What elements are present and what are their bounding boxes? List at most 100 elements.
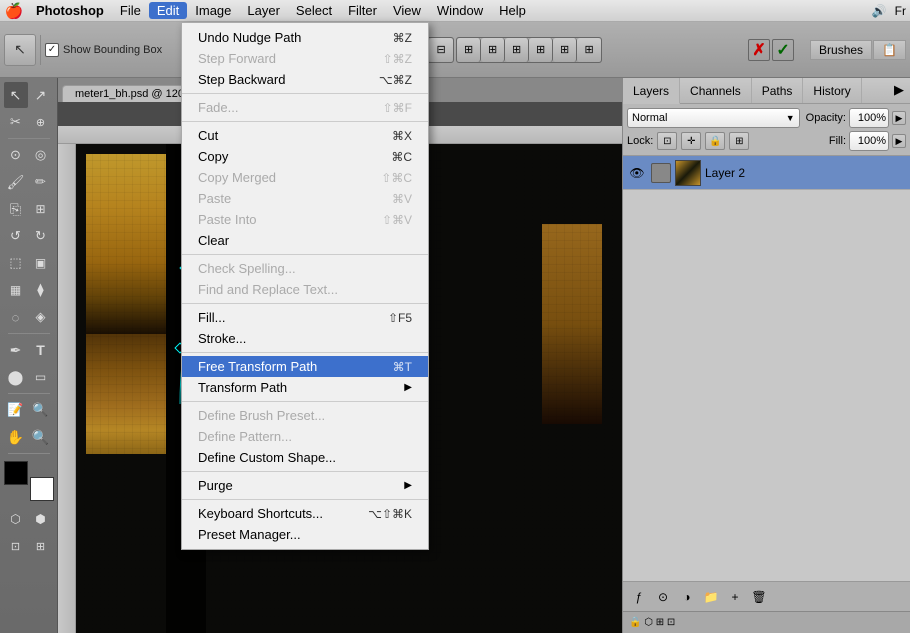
brushes-tab[interactable]: Brushes [810,40,872,60]
menu-sep-6 [182,401,428,402]
menu-clear[interactable]: Clear [182,230,428,251]
menubar-item-photoshop[interactable]: Photoshop [28,2,112,19]
screen-mode-button[interactable]: ⊡ [4,533,28,559]
history-brush-button[interactable]: ↺ [4,223,28,249]
pencil-tool-button[interactable]: ✏ [29,169,53,195]
shape-tool-button[interactable]: ▭ [29,364,53,390]
paint-bucket-button[interactable]: ⧫ [29,277,53,303]
lock-extra-button[interactable]: ⊞ [729,132,749,150]
lock-position-button[interactable]: ✛ [681,132,701,150]
clone-stamp-button[interactable]: ⎘ [4,196,28,222]
dist-middle-button[interactable]: ⊞ [553,38,577,62]
confirm-transform-button[interactable]: ✓ [772,39,794,61]
menu-undo[interactable]: Undo Nudge Path ⌘Z [182,27,428,48]
apple-menu[interactable]: 🍎 [4,1,24,21]
sharpen-tool-button[interactable]: ◈ [29,304,53,330]
blur-tool-button[interactable]: ◌ [4,304,28,330]
tab-channels[interactable]: Channels [680,78,752,103]
opacity-arrow[interactable]: ▶ [892,111,906,125]
notes-tool-button[interactable]: 📝 [4,397,28,423]
quick-mask-button[interactable]: ⬡ [4,506,28,532]
tab-paths[interactable]: Paths [752,78,804,103]
dist-right-button[interactable]: ⊞ [505,38,529,62]
layer-visibility-toggle[interactable]: 👁 [627,163,647,183]
menubar-item-select[interactable]: Select [288,2,340,19]
new-layer-button[interactable]: + [725,587,745,607]
menubar-item-help[interactable]: Help [491,2,534,19]
blend-mode-select[interactable]: Normal ▼ [627,108,800,128]
annotation-tools: 📝 🔍 [4,397,54,423]
menu-define-shape[interactable]: Define Custom Shape... [182,447,428,468]
art-history-button[interactable]: ↻ [29,223,53,249]
cancel-transform-button[interactable]: ✗ [748,39,770,61]
spot-healing-button[interactable]: ⊙ [4,142,28,168]
brush-tool-button[interactable]: 🖌 [4,169,28,195]
menu-stroke[interactable]: Stroke... [182,328,428,349]
zoom-tool-button[interactable]: 🔍 [29,424,53,450]
menu-cut[interactable]: Cut ⌘X [182,125,428,146]
tab-history[interactable]: History [803,78,861,103]
opacity-value[interactable]: 100% [849,108,889,128]
crop-tool-button[interactable]: ✂ [4,109,28,135]
menubar-item-window[interactable]: Window [429,2,491,19]
menubar-item-layer[interactable]: Layer [239,2,288,19]
menubar-item-file[interactable]: File [112,2,149,19]
add-mask-button[interactable]: ⊙ [653,587,673,607]
standard-mode-button[interactable]: ⬢ [29,506,53,532]
menu-define-pattern-label: Define Pattern... [198,429,292,444]
lock-all-button[interactable]: 🔒 [705,132,725,150]
path-select-button[interactable]: ⬤ [4,364,28,390]
fill-value[interactable]: 100% [849,131,889,151]
menu-cut-label: Cut [198,128,218,143]
dist-left-button[interactable]: ⊞ [457,38,481,62]
menu-step-backward[interactable]: Step Backward ⌥⌘Z [182,69,428,90]
foreground-color-swatch[interactable] [4,461,28,485]
type-tool-button[interactable]: T [29,337,53,363]
menu-preset-manager[interactable]: Preset Manager... [182,524,428,545]
background-color-swatch[interactable] [30,477,54,501]
show-bounding-box-checkbox[interactable]: ✓ [45,43,59,57]
bg-eraser-button[interactable]: ▣ [29,250,53,276]
tab-layers[interactable]: Layers [623,78,680,104]
pen-tool-button[interactable]: ✒ [4,337,28,363]
layer-item[interactable]: 👁 Layer 2 [623,156,910,190]
arrow-tool-button[interactable]: ↖ [4,34,36,66]
eraser-button[interactable]: ⬚ [4,250,28,276]
fill-arrow[interactable]: ▶ [892,134,906,148]
delete-layer-button[interactable]: 🗑 [749,587,769,607]
dist-bottom-button[interactable]: ⊞ [577,38,601,62]
menu-fill[interactable]: Fill... ⇧F5 [182,307,428,328]
panel-tab-menu[interactable]: ▶ [888,78,910,103]
eyedropper-button[interactable]: 🔍 [29,397,53,423]
menu-transform-path[interactable]: Transform Path ▶ [182,377,428,398]
menu-free-transform[interactable]: Free Transform Path ⌘T [182,356,428,377]
hand-tool-button[interactable]: ✋ [4,424,28,450]
menubar-item-filter[interactable]: Filter [340,2,385,19]
extras-button[interactable]: ⊞ [29,533,53,559]
direct-selection-button[interactable]: ↗ [29,82,53,108]
menu-copy[interactable]: Copy ⌘C [182,146,428,167]
blend-mode-label: Normal [632,112,667,124]
menubar-item-edit[interactable]: Edit [149,2,187,19]
menubar-item-image[interactable]: Image [187,2,239,19]
menubar-item-view[interactable]: View [385,2,429,19]
fg-bg-colors [4,461,54,501]
menu-sep-2 [182,121,428,122]
gradient-tool-button[interactable]: ▦ [4,277,28,303]
dist-top-button[interactable]: ⊞ [529,38,553,62]
slice-tool-button[interactable]: ⊕ [29,109,53,135]
pattern-stamp-button[interactable]: ⊞ [29,196,53,222]
menu-step-forward-shortcut: ⇧⌘Z [383,52,412,66]
options-tab[interactable]: 📋 [873,40,906,60]
menu-purge[interactable]: Purge ▶ [182,475,428,496]
selection-tool-button[interactable]: ↖ [4,82,28,108]
layer-styles-button[interactable]: ƒ [629,587,649,607]
menu-fade-shortcut: ⇧⌘F [383,101,412,115]
healing-button[interactable]: ◎ [29,142,53,168]
new-group-button[interactable]: 📁 [701,587,721,607]
new-adjustment-button[interactable]: ◑ [677,587,697,607]
lock-pixels-button[interactable]: ⊡ [657,132,677,150]
dist-center-button[interactable]: ⊞ [481,38,505,62]
menu-keyboard-shortcuts[interactable]: Keyboard Shortcuts... ⌥⇧⌘K [182,503,428,524]
align-bottom-button[interactable]: ⊟ [429,38,453,62]
